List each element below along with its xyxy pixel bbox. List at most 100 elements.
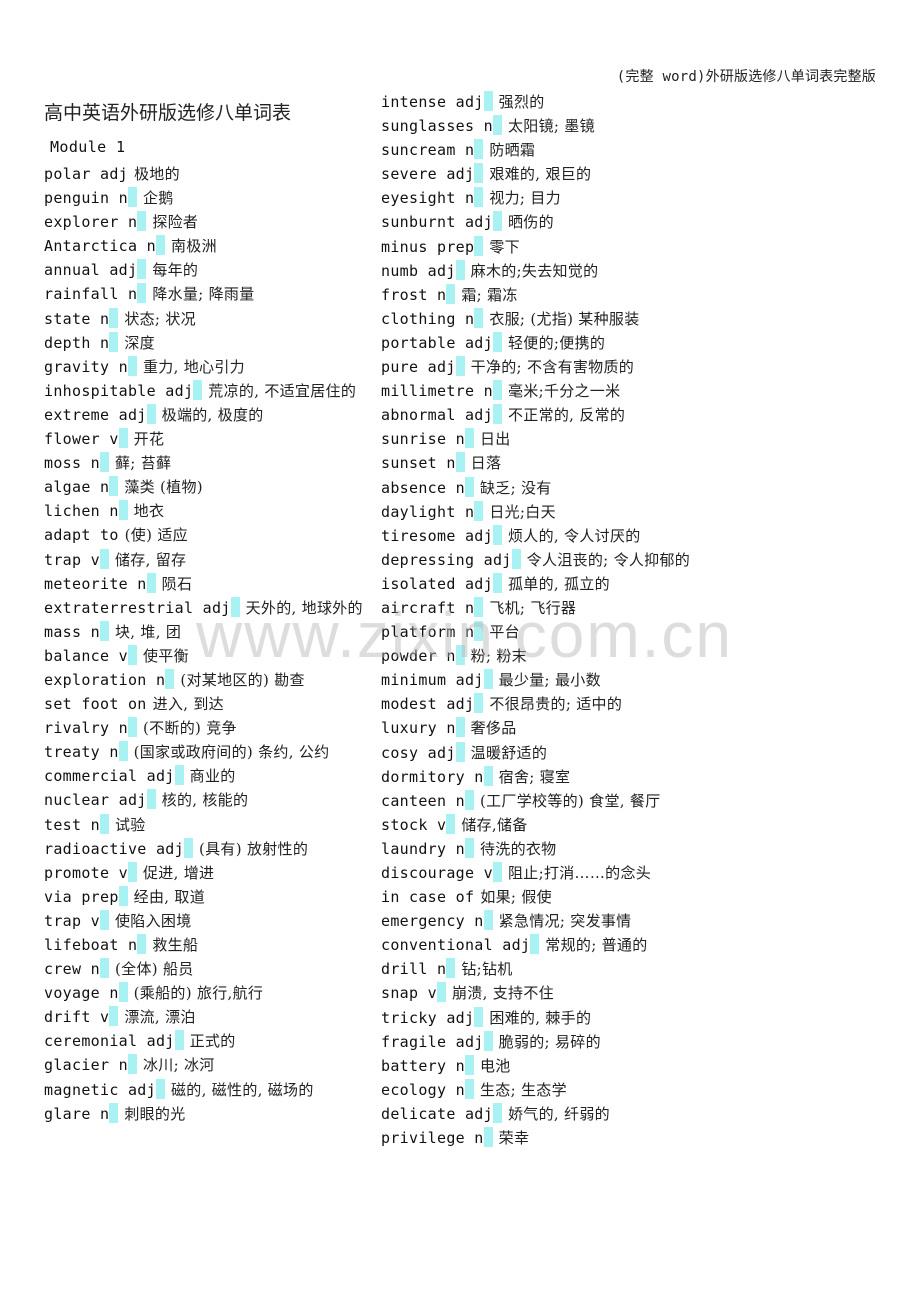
entry-definition: 深度: [124, 333, 155, 352]
highlight-mark: [446, 958, 456, 979]
entry-word: platform n: [381, 623, 475, 642]
entry-word: explorer n: [44, 213, 138, 232]
entry-definition: 令人沮丧的; 令人抑郁的: [526, 550, 691, 569]
entry-definition: 磁的, 磁性的, 磁场的: [170, 1080, 314, 1099]
entry-definition: 不正常的, 反常的: [507, 406, 626, 425]
vocabulary-entry: flower v 开花: [44, 427, 364, 451]
highlight-mark: [464, 837, 474, 858]
vocabulary-entry: lifeboat n 救生船: [44, 933, 364, 957]
entry-word: exploration n: [44, 670, 166, 689]
entry-word: isolated adj: [381, 574, 493, 593]
highlight-mark: [464, 428, 474, 449]
highlight-mark: [492, 862, 502, 882]
vocabulary-entry: canteen n (工厂学校等的) 食堂, 餐厅: [381, 789, 701, 813]
vocabulary-entry: moss n 藓; 苔藓: [44, 451, 364, 475]
highlight-mark: [492, 524, 502, 545]
vocabulary-entry: rainfall n 降水量; 降雨量: [44, 282, 364, 306]
vocabulary-entry: state n 状态; 状况: [44, 307, 364, 331]
entry-word: severe adj: [381, 165, 475, 184]
vocabulary-entry: glare n 刺眼的光: [44, 1102, 364, 1126]
entry-definition: 储存, 留存: [115, 550, 187, 569]
vocabulary-entry: drill n 钻;钻机: [381, 957, 701, 981]
entry-word: inhospitable adj: [44, 381, 194, 400]
entry-word: via prep: [44, 887, 119, 906]
highlight-mark: [437, 982, 446, 1003]
highlight-mark: [474, 693, 484, 714]
entry-word: emergency n: [381, 912, 484, 931]
highlight-mark: [455, 717, 465, 738]
entry-word: depressing adj: [381, 550, 512, 569]
vocabulary-entry: minimum adj 最少量; 最小数: [381, 668, 701, 692]
entry-definition: 使平衡: [142, 646, 189, 665]
entry-word: lichen n: [44, 502, 119, 521]
entry-definition: 陨石: [161, 574, 193, 593]
entry-word: state n: [44, 309, 110, 328]
vocabulary-entry: depth n 深度: [44, 331, 364, 355]
vocabulary-entry: glacier n 冰川; 冰河: [44, 1053, 364, 1077]
entry-word: crew n: [44, 960, 100, 979]
vocabulary-entry: nuclear adj 核的, 核能的: [44, 788, 364, 812]
highlight-mark: [100, 958, 109, 979]
highlight-mark: [446, 283, 456, 304]
vocabulary-entry: extraterrestrial adj 天外的, 地球外的: [44, 596, 364, 620]
entry-word: algae n: [44, 478, 110, 497]
highlight-mark: [127, 717, 137, 738]
highlight-mark: [118, 982, 128, 1003]
vocabulary-entry: ceremonial adj 正式的: [44, 1029, 364, 1053]
vocabulary-entry: suncream n 防晒霜: [381, 138, 701, 162]
vocabulary-entry: annual adj 每年的: [44, 258, 364, 282]
entry-definition: 阻止;打消……的念头: [507, 864, 652, 882]
vocabulary-entry: sunburnt adj 晒伤的: [381, 210, 701, 234]
highlight-mark: [100, 620, 109, 641]
highlight-mark: [109, 307, 119, 328]
entry-definition: 钻;钻机: [461, 960, 513, 979]
entry-word: abnormal adj: [381, 406, 493, 425]
vocabulary-entry: laundry n 待洗的衣物: [381, 837, 701, 861]
entry-word: sunburnt adj: [381, 213, 493, 232]
entry-definition: 储存,储备: [461, 815, 528, 834]
highlight-mark: [474, 1006, 484, 1027]
vocabulary-entry: sunrise n 日出: [381, 427, 701, 451]
entry-word: canteen n: [381, 791, 465, 810]
entry-word: in case of: [381, 888, 475, 907]
entry-word: absence n: [381, 478, 465, 497]
highlight-mark: [146, 572, 156, 593]
entry-word: daylight n: [381, 502, 475, 521]
entry-definition: 经由, 取道: [133, 887, 205, 906]
entry-definition: 粉; 粉末: [470, 647, 527, 666]
highlight-mark: [118, 428, 128, 449]
entry-definition: 极端的, 极度的: [161, 405, 264, 424]
entry-definition: 正式的: [189, 1032, 236, 1051]
entry-word: polar adj: [44, 165, 128, 183]
entry-definition: 不很昂贵的; 适中的: [489, 695, 623, 714]
entry-definition: (国家或政府间的) 条约, 公约: [133, 743, 330, 762]
entry-definition: 紧急情况; 突发事情: [498, 912, 632, 931]
highlight-mark: [127, 861, 137, 882]
vocabulary-entry: daylight n 日光;白天: [381, 500, 701, 524]
entry-word: privilege n: [381, 1129, 484, 1148]
entry-definition: 进入, 到达: [152, 695, 224, 714]
entry-word: suncream n: [381, 141, 475, 160]
highlight-mark: [118, 741, 128, 762]
document-header-note: (完整 word)外研版选修八单词表完整版: [616, 69, 876, 85]
entry-word: millimetre n: [381, 382, 493, 401]
highlight-mark: [483, 910, 493, 931]
highlight-mark: [137, 259, 147, 280]
entry-definition: 日光;白天: [489, 502, 556, 521]
entry-word: pure adj: [381, 358, 456, 377]
highlight-mark: [483, 91, 493, 111]
vocabulary-entry: gravity n 重力, 地心引力: [44, 355, 364, 379]
vocabulary-entry: promote v 促进, 增进: [44, 861, 364, 885]
entry-word: powder n: [381, 647, 456, 666]
vocabulary-entry: via prep 经由, 取道: [44, 885, 364, 909]
entry-definition: 漂流, 漂泊: [124, 1008, 196, 1027]
entry-definition: 娇气的, 纤弱的: [507, 1104, 610, 1123]
entry-definition: 使陷入困境: [115, 911, 192, 930]
entry-word: snap v: [381, 984, 437, 1003]
vocabulary-entry: commercial adj 商业的: [44, 764, 364, 788]
vocabulary-entry: explorer n 探险者: [44, 210, 364, 234]
entry-definition: 待洗的衣物: [479, 839, 557, 858]
entry-word: rainfall n: [44, 285, 138, 304]
highlight-mark: [530, 934, 540, 955]
highlight-mark: [492, 211, 502, 232]
